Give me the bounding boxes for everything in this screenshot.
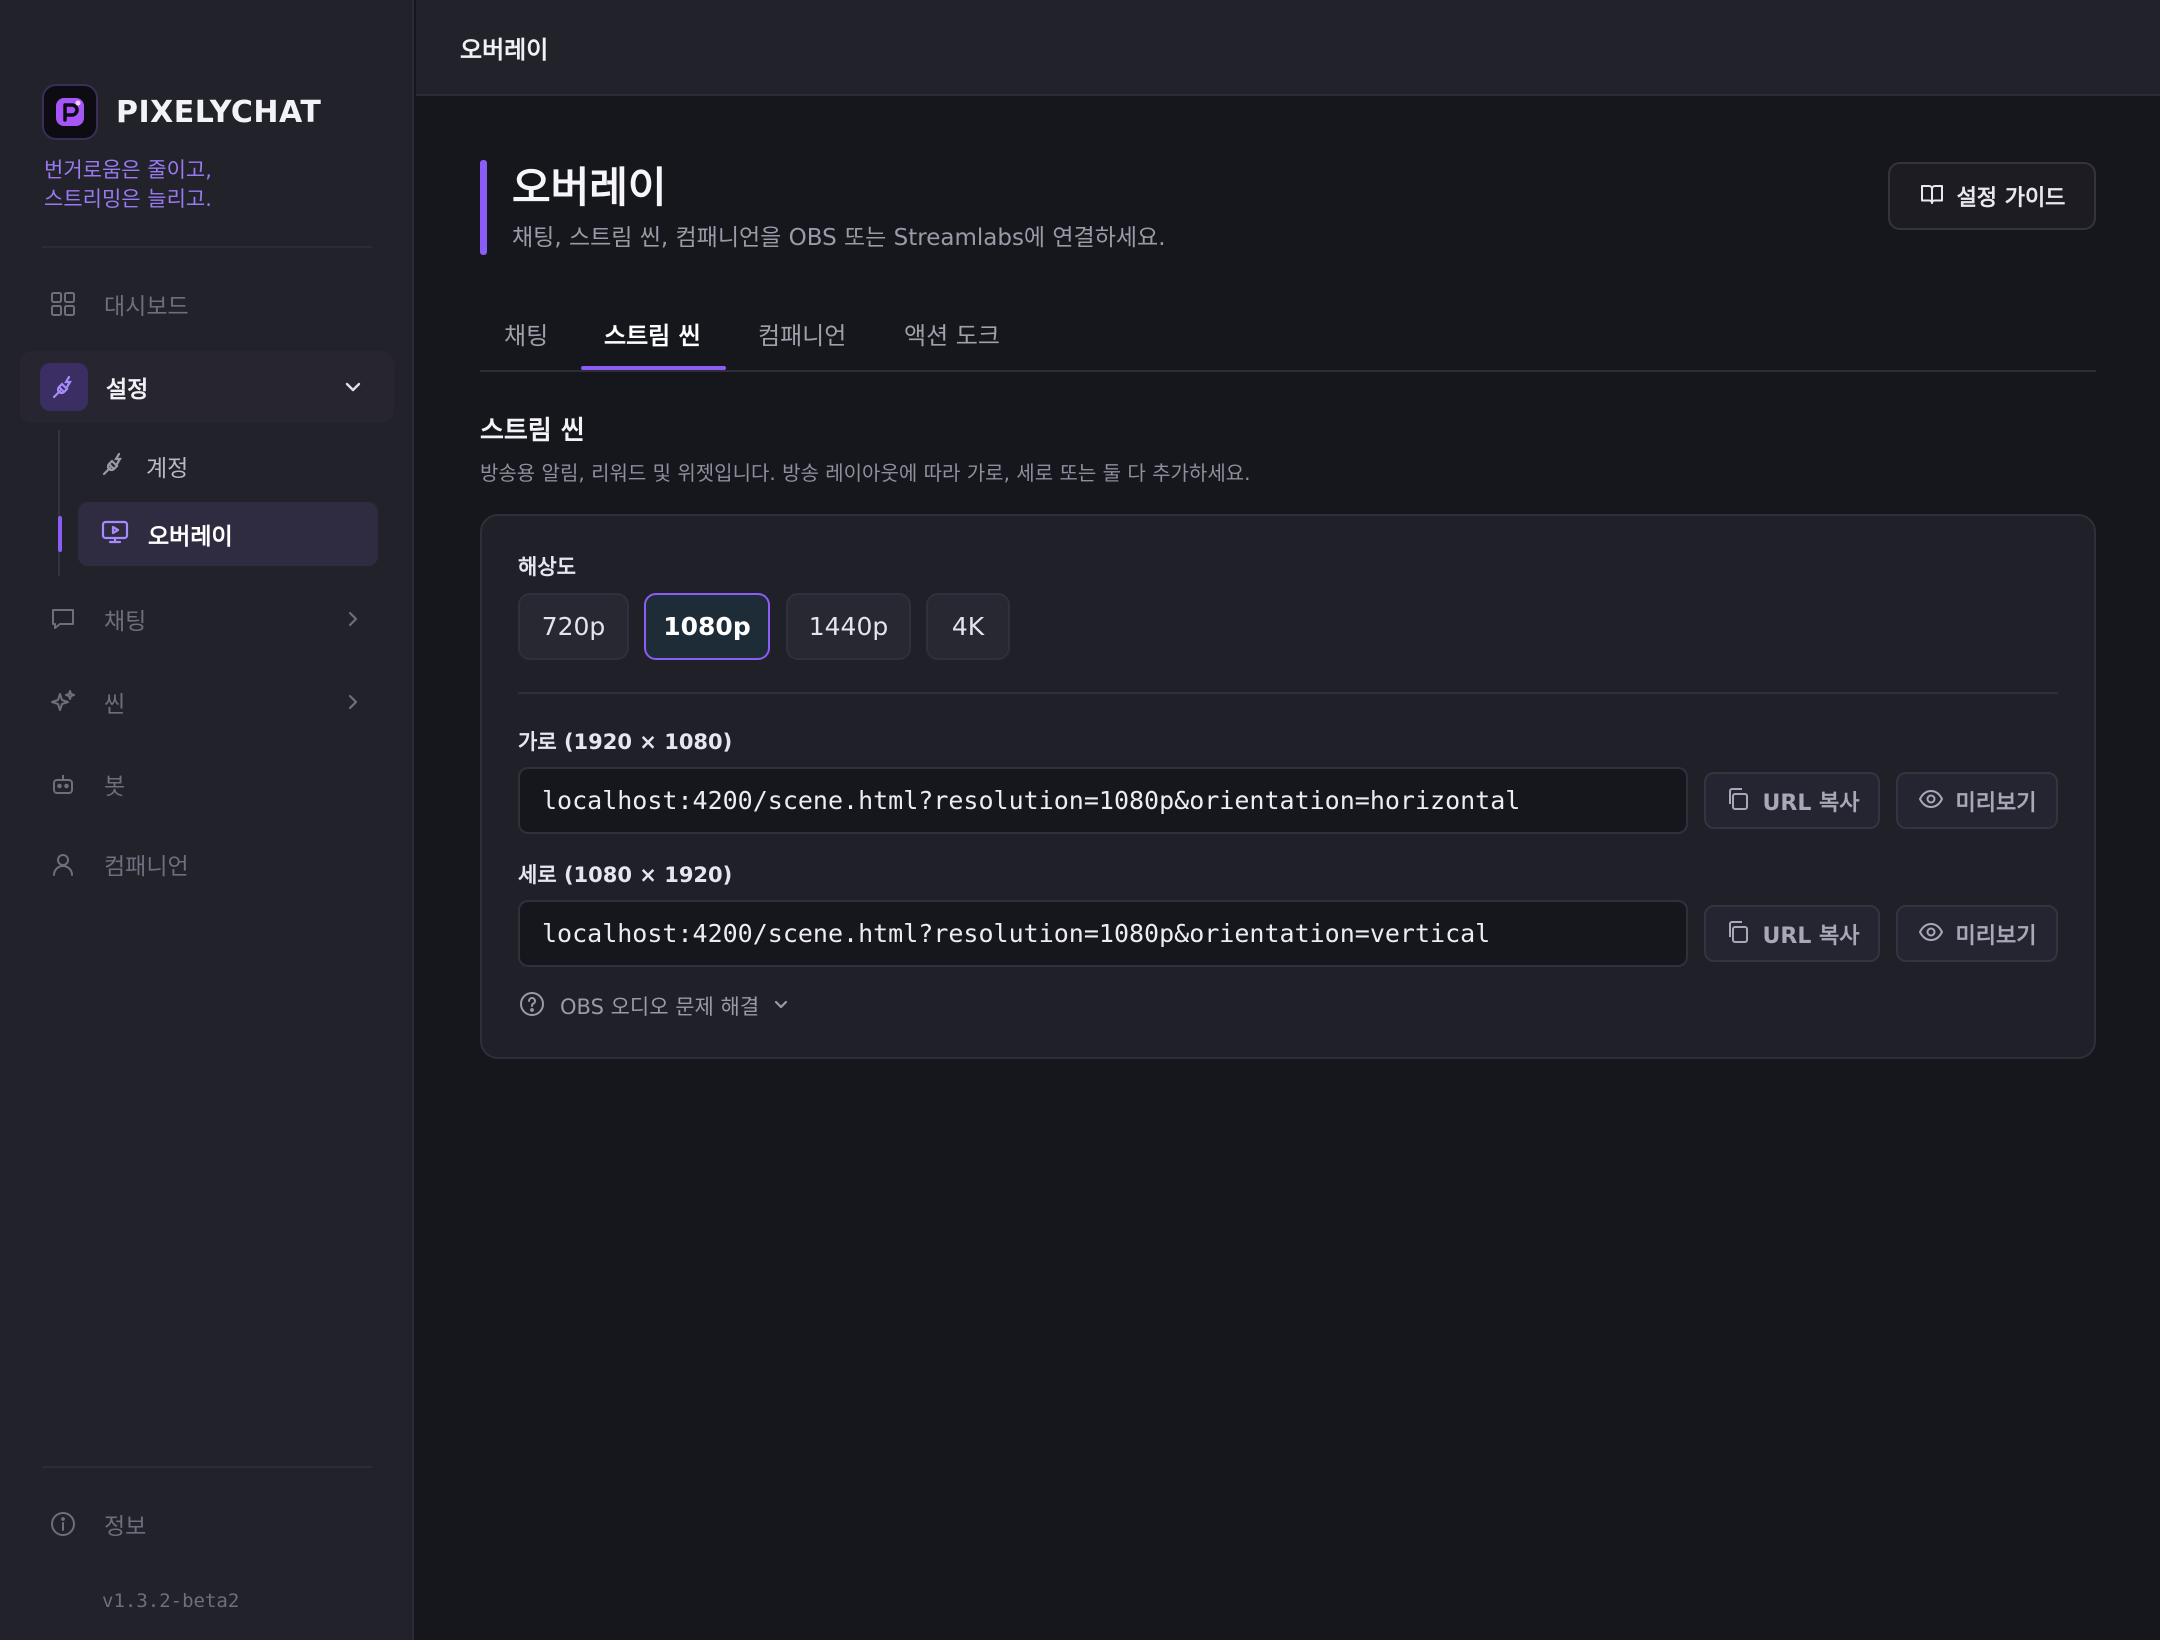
- chevron-down-icon: [342, 376, 364, 398]
- copy-icon: [1725, 919, 1751, 949]
- horizontal-label: 가로 (1920 × 1080): [518, 730, 733, 754]
- preview-button-vertical[interactable]: 미리보기: [1896, 905, 2058, 962]
- vertical-label: 세로 (1080 × 1920): [518, 863, 733, 887]
- copy-url-label: URL 복사: [1762, 923, 1860, 949]
- book-icon: [1919, 181, 1945, 211]
- resolution-option-1440p[interactable]: 1440p: [786, 593, 911, 660]
- plug-icon: [100, 450, 128, 482]
- monitor-play-icon: [100, 517, 130, 551]
- obs-audio-troubleshoot-toggle[interactable]: OBS 오디오 문제 해결: [518, 990, 791, 1022]
- copy-url-label: URL 복사: [1762, 790, 1860, 816]
- brand-name: PIXELYCHAT: [116, 94, 322, 130]
- sidebar-item-bot[interactable]: 봇: [20, 748, 394, 820]
- help-circle-icon: [518, 990, 546, 1022]
- page-description: 채팅, 스트림 씬, 컴패니언을 OBS 또는 Streamlabs에 연결하세…: [512, 225, 1166, 251]
- sidebar-item-label: 정보: [104, 1514, 147, 1540]
- preview-button-horizontal[interactable]: 미리보기: [1896, 772, 2058, 829]
- sidebar-divider-top: [42, 246, 372, 248]
- copy-url-button-horizontal[interactable]: URL 복사: [1704, 772, 1880, 829]
- active-indicator: [58, 516, 62, 552]
- tab-stream-scene[interactable]: 스트림 씬: [604, 316, 701, 351]
- page-title: 오버레이: [512, 163, 667, 212]
- sidebar-subitem-account[interactable]: 계정: [78, 434, 378, 498]
- plug-icon: [40, 363, 88, 411]
- horizontal-url-field[interactable]: [518, 767, 1688, 834]
- resolution-option-1080p[interactable]: 1080p: [644, 593, 770, 660]
- setup-guide-label: 설정 가이드: [1956, 186, 2066, 211]
- sparkles-icon: [48, 687, 78, 717]
- sidebar-item-info[interactable]: 정보: [20, 1488, 394, 1560]
- resolution-option-720p[interactable]: 720p: [518, 593, 629, 660]
- brand-tagline: 번거로움은 줄이고, 스트리밍은 늘리고.: [44, 156, 212, 214]
- sidebar: PIXELYCHAT 번거로움은 줄이고, 스트리밍은 늘리고. 대시보드 설정…: [0, 0, 414, 1640]
- sidebar-item-label: 설정: [106, 377, 149, 403]
- brand[interactable]: PIXELYCHAT: [42, 84, 321, 140]
- setup-guide-button[interactable]: 설정 가이드: [1888, 162, 2096, 230]
- topbar-title: 오버레이: [460, 36, 549, 64]
- eye-icon: [1918, 919, 1944, 949]
- sidebar-divider-bottom: [42, 1466, 372, 1468]
- info-icon: [48, 1509, 78, 1539]
- sidebar-item-label: 계정: [146, 456, 189, 482]
- chat-bubble-icon: [48, 604, 78, 634]
- copy-icon: [1725, 786, 1751, 816]
- sidebar-item-label: 컴패니언: [104, 854, 189, 880]
- tab-chat[interactable]: 채팅: [504, 316, 548, 351]
- tab-active-underline: [581, 366, 726, 370]
- subnav-guide-line: [58, 430, 60, 576]
- user-icon: [48, 849, 78, 879]
- section-description: 방송용 알림, 리워드 및 위젯입니다. 방송 레이아웃에 따라 가로, 세로 …: [480, 461, 1251, 485]
- preview-label: 미리보기: [1955, 790, 2037, 816]
- resolution-option-4k[interactable]: 4K: [926, 593, 1010, 660]
- preview-label: 미리보기: [1955, 923, 2037, 949]
- chevron-right-icon: [342, 691, 364, 713]
- eye-icon: [1918, 786, 1944, 816]
- tagline-line-1: 번거로움은 줄이고,: [44, 158, 212, 182]
- obs-audio-label: OBS 오디오 문제 해결: [560, 995, 760, 1019]
- title-accent-bar: [480, 160, 487, 255]
- sidebar-item-label: 오버레이: [148, 524, 233, 550]
- app-version: v1.3.2-beta2: [102, 1590, 240, 1612]
- top-bar: 오버레이: [416, 0, 2160, 96]
- sidebar-item-scene[interactable]: 씬: [20, 666, 394, 738]
- sidebar-item-label: 대시보드: [104, 294, 189, 320]
- tab-action-dock[interactable]: 액션 도크: [904, 316, 1000, 351]
- sidebar-item-companion[interactable]: 컴패니언: [20, 828, 394, 900]
- resolution-label: 해상도: [518, 555, 576, 579]
- chevron-down-icon: [771, 994, 791, 1018]
- copy-url-button-vertical[interactable]: URL 복사: [1704, 905, 1880, 962]
- app-root: PIXELYCHAT 번거로움은 줄이고, 스트리밍은 늘리고. 대시보드 설정…: [0, 0, 2160, 1640]
- sidebar-subitem-overlay[interactable]: 오버레이: [78, 502, 378, 566]
- sidebar-item-settings[interactable]: 설정: [20, 351, 394, 423]
- sidebar-item-chat[interactable]: 채팅: [20, 583, 394, 655]
- chevron-right-icon: [342, 608, 364, 630]
- dashboard-grid-icon: [48, 289, 78, 319]
- card-divider: [518, 692, 2058, 694]
- sidebar-item-label: 채팅: [104, 609, 147, 635]
- tab-bar: 채팅 스트림 씬 컴패니언 액션 도크: [480, 300, 2096, 372]
- pixelychat-logo-icon: [42, 84, 98, 140]
- vertical-url-field[interactable]: [518, 900, 1688, 967]
- sidebar-item-label: 봇: [104, 774, 126, 800]
- tab-companion[interactable]: 컴패니언: [758, 316, 846, 351]
- sidebar-item-dashboard[interactable]: 대시보드: [20, 268, 394, 340]
- sidebar-item-label: 씬: [104, 692, 126, 718]
- section-title: 스트림 씬: [480, 416, 585, 446]
- tagline-line-2: 스트리밍은 늘리고.: [44, 187, 212, 211]
- bot-icon: [48, 769, 78, 799]
